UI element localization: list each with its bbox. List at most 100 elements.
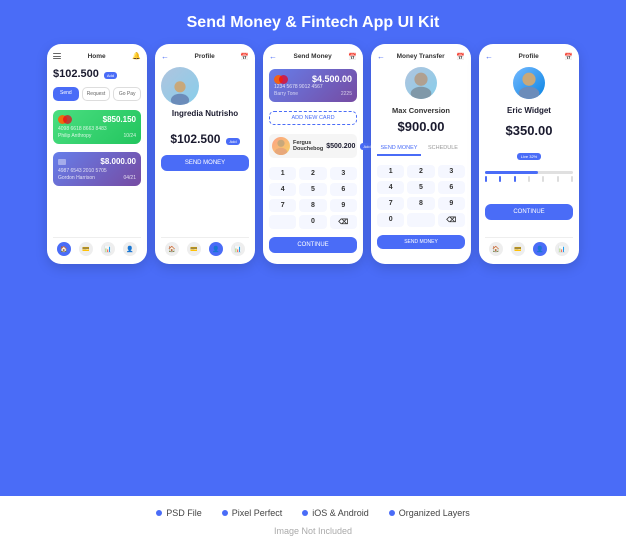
ph5-stats-nav[interactable]: 📊 (555, 242, 569, 256)
key-5[interactable]: 5 (299, 183, 326, 196)
profile-name: Ingredia Nutrisho (161, 109, 249, 118)
feature-layers: Organized Layers (389, 508, 470, 518)
transfer-back-arrow[interactable]: ← (377, 52, 385, 61)
t-key-3[interactable]: 3 (438, 165, 465, 178)
profile2-balance: $350.00 (485, 123, 573, 138)
tab-send-money[interactable]: SEND MONEY (377, 142, 421, 156)
t-key-6[interactable]: 6 (438, 181, 465, 194)
key-3[interactable]: 3 (330, 167, 357, 180)
slider-fill (485, 171, 538, 174)
feature-psd: PSD File (156, 508, 202, 518)
bottom-bar: PSD File Pixel Perfect iOS & Android Org… (0, 496, 626, 544)
send-keypad: 1 2 3 4 5 6 7 8 9 0 ⌫ (269, 167, 357, 229)
ph5-user-nav[interactable]: 👤 (533, 242, 547, 256)
card-1: $850.150 4098 6618 8663 8483 Philip Anth… (53, 110, 141, 144)
ph5-home-nav[interactable]: 🏠 (489, 242, 503, 256)
transfer-name: Max Conversion (377, 106, 465, 115)
transfer-keypad: 1 2 3 4 5 6 7 8 9 0 ⌫ (377, 165, 465, 227)
add-card-btn[interactable]: ADD NEW CARD (269, 111, 357, 125)
user-nav[interactable]: 👤 (123, 242, 137, 256)
phone-profile2: ← Profile 📅 Eric Widget $350.00 Live 32% (479, 44, 579, 264)
transfer-calendar-icon[interactable]: 📅 (456, 53, 465, 61)
key-backspace[interactable]: ⌫ (330, 215, 357, 229)
send-card-amount: $4.500.00 (312, 74, 352, 84)
feature-ios-label: iOS & Android (312, 508, 369, 518)
card-nav[interactable]: 💳 (79, 242, 93, 256)
profile2-calendar-icon[interactable]: 📅 (564, 53, 573, 61)
feature-ios: iOS & Android (302, 508, 369, 518)
ph2-card-nav[interactable]: 💳 (187, 242, 201, 256)
key-8[interactable]: 8 (299, 199, 326, 212)
key-4[interactable]: 4 (269, 183, 296, 196)
ph2-home-nav[interactable]: 🏠 (165, 242, 179, 256)
card1-expiry: 10/24 (123, 133, 136, 139)
calendar-icon[interactable]: 📅 (240, 53, 249, 61)
transfer-avatar (405, 67, 437, 99)
phone-send-title: Send Money (293, 53, 331, 60)
feature-pixel: Pixel Perfect (222, 508, 283, 518)
send-card-number: 1234 5678 9012 4567 (274, 84, 352, 90)
key-7[interactable]: 7 (269, 199, 296, 212)
card1-name: Philip Anthropy (58, 133, 91, 139)
t-key-2[interactable]: 2 (407, 165, 434, 178)
ph2-user-nav[interactable]: 👤 (209, 242, 223, 256)
tab-schedule[interactable]: SCHEDULE (421, 142, 465, 156)
stats-nav[interactable]: 📊 (101, 242, 115, 256)
t-key-7[interactable]: 7 (377, 197, 404, 210)
card1-amount: $850.150 (103, 115, 136, 124)
phone-send-money: ← Send Money 📅 $4.500.00 1234 5678 9012 … (263, 44, 363, 264)
t-key-1[interactable]: 1 (377, 165, 404, 178)
t-key-5[interactable]: 5 (407, 181, 434, 194)
recipient-row: Fergus Douchebog $500.200 Add (269, 134, 357, 158)
send-money-btn[interactable]: SEND MONEY (161, 155, 249, 171)
t-key-8[interactable]: 8 (407, 197, 434, 210)
recipient-amount: $500.200 (326, 143, 355, 150)
t-key-empty (407, 213, 434, 227)
tick-4 (528, 176, 530, 182)
image-note: Image Not Included (274, 526, 352, 536)
t-key-4[interactable]: 4 (377, 181, 404, 194)
tick-7 (571, 176, 573, 182)
key-6[interactable]: 6 (330, 183, 357, 196)
profile2-continue-btn[interactable]: CONTINUE (485, 204, 573, 220)
recipient-avatar (272, 137, 290, 155)
tick-5 (542, 176, 544, 182)
phone-profile-title: Profile (195, 53, 215, 60)
tick-6 (557, 176, 559, 182)
key-2[interactable]: 2 (299, 167, 326, 180)
live-badge: Live 32% (517, 153, 541, 160)
send-card: $4.500.00 1234 5678 9012 4567 Barry Tone… (269, 69, 357, 102)
phone-home-header: Home 🔔 (53, 52, 141, 60)
key-1[interactable]: 1 (269, 167, 296, 180)
card2-name: Gordon Harrison (58, 175, 95, 181)
feature-layers-label: Organized Layers (399, 508, 470, 518)
t-key-backspace[interactable]: ⌫ (438, 213, 465, 227)
ph5-card-nav[interactable]: 💳 (511, 242, 525, 256)
send-back-arrow[interactable]: ← (269, 52, 277, 61)
ph2-stats-nav[interactable]: 📊 (231, 242, 245, 256)
menu-icon[interactable] (53, 53, 61, 59)
back-arrow[interactable]: ← (161, 52, 169, 61)
gopay-btn[interactable]: Go Pay (113, 87, 141, 101)
key-0[interactable]: 0 (299, 215, 326, 229)
continue-btn[interactable]: CONTINUE (269, 237, 357, 253)
t-key-9[interactable]: 9 (438, 197, 465, 210)
home-balance: $102.500 (53, 68, 99, 80)
phone-profile: ← Profile 📅 Ingredia Nutrisho $102.500 A… (155, 44, 255, 264)
t-key-0[interactable]: 0 (377, 213, 404, 227)
bottom-nav: 🏠 💳 📊 👤 (53, 237, 141, 256)
transfer-send-btn[interactable]: SEND MONEY (377, 235, 465, 249)
notification-icon[interactable]: 🔔 (132, 52, 141, 60)
phone-money-transfer: ← Money Transfer 📅 Max Conversion $900.0… (371, 44, 471, 264)
send-btn[interactable]: Send (53, 87, 79, 101)
phone-profile2-header: ← Profile 📅 (485, 52, 573, 61)
dot-psd (156, 510, 162, 516)
phone-home-title: Home (88, 53, 106, 60)
send-calendar-icon[interactable]: 📅 (348, 53, 357, 61)
profile2-back-arrow[interactable]: ← (485, 52, 493, 61)
key-9[interactable]: 9 (330, 199, 357, 212)
feature-pixel-label: Pixel Perfect (232, 508, 283, 518)
home-nav[interactable]: 🏠 (57, 242, 71, 256)
request-btn[interactable]: Request (82, 87, 111, 101)
profile-balance-badge: Add (226, 138, 239, 145)
